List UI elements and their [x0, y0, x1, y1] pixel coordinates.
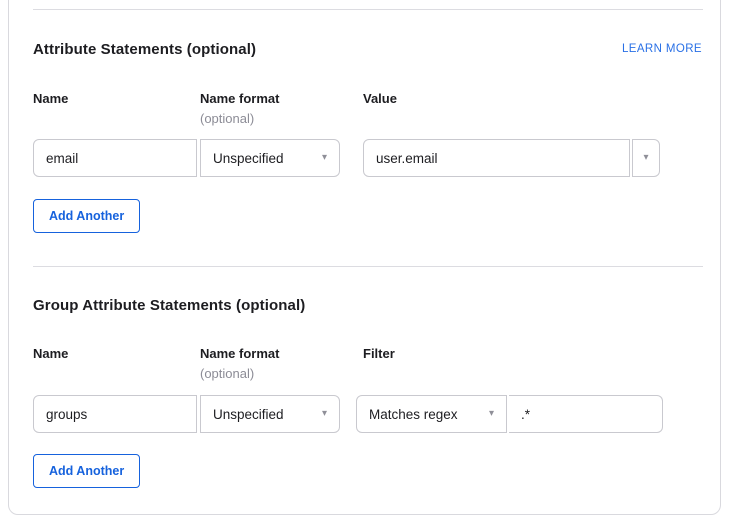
add-another-attribute-button[interactable]: Add Another — [33, 199, 140, 233]
name-format-selected-value: Unspecified — [213, 407, 284, 422]
attribute-statements-heading: Attribute Statements (optional) — [33, 41, 256, 59]
group-attribute-statements-heading: Group Attribute Statements (optional) — [33, 297, 305, 315]
column-label-name-format: Name format — [200, 346, 279, 361]
section-divider — [33, 9, 703, 10]
column-hint-optional: (optional) — [200, 111, 254, 126]
attribute-value-input[interactable] — [363, 139, 630, 177]
chevron-down-icon: ▾ — [489, 409, 494, 419]
column-label-value: Value — [363, 91, 397, 106]
group-filter-type-select[interactable]: Matches regex ▾ — [356, 395, 507, 433]
attribute-name-input[interactable] — [33, 139, 197, 177]
section-divider — [33, 266, 703, 267]
column-label-name-format: Name format — [200, 91, 279, 106]
name-format-selected-value: Unspecified — [213, 151, 284, 166]
group-filter-value-input[interactable] — [509, 395, 663, 433]
learn-more-link[interactable]: LEARN MORE — [622, 42, 702, 56]
group-name-format-select[interactable]: Unspecified ▾ — [200, 395, 340, 433]
group-attribute-name-input[interactable] — [33, 395, 197, 433]
column-label-name: Name — [33, 91, 68, 106]
chevron-down-icon: ▾ — [322, 153, 327, 163]
attribute-value-dropdown-button[interactable]: ▾ — [632, 139, 660, 177]
attribute-name-format-select[interactable]: Unspecified ▾ — [200, 139, 340, 177]
chevron-down-icon: ▾ — [643, 153, 648, 163]
chevron-down-icon: ▾ — [322, 409, 327, 419]
settings-card: Attribute Statements (optional) LEARN MO… — [8, 0, 721, 515]
filter-type-selected-value: Matches regex — [369, 407, 458, 422]
column-hint-optional: (optional) — [200, 366, 254, 381]
column-label-name: Name — [33, 346, 68, 361]
column-label-filter: Filter — [363, 346, 395, 361]
add-another-group-attribute-button[interactable]: Add Another — [33, 454, 140, 488]
